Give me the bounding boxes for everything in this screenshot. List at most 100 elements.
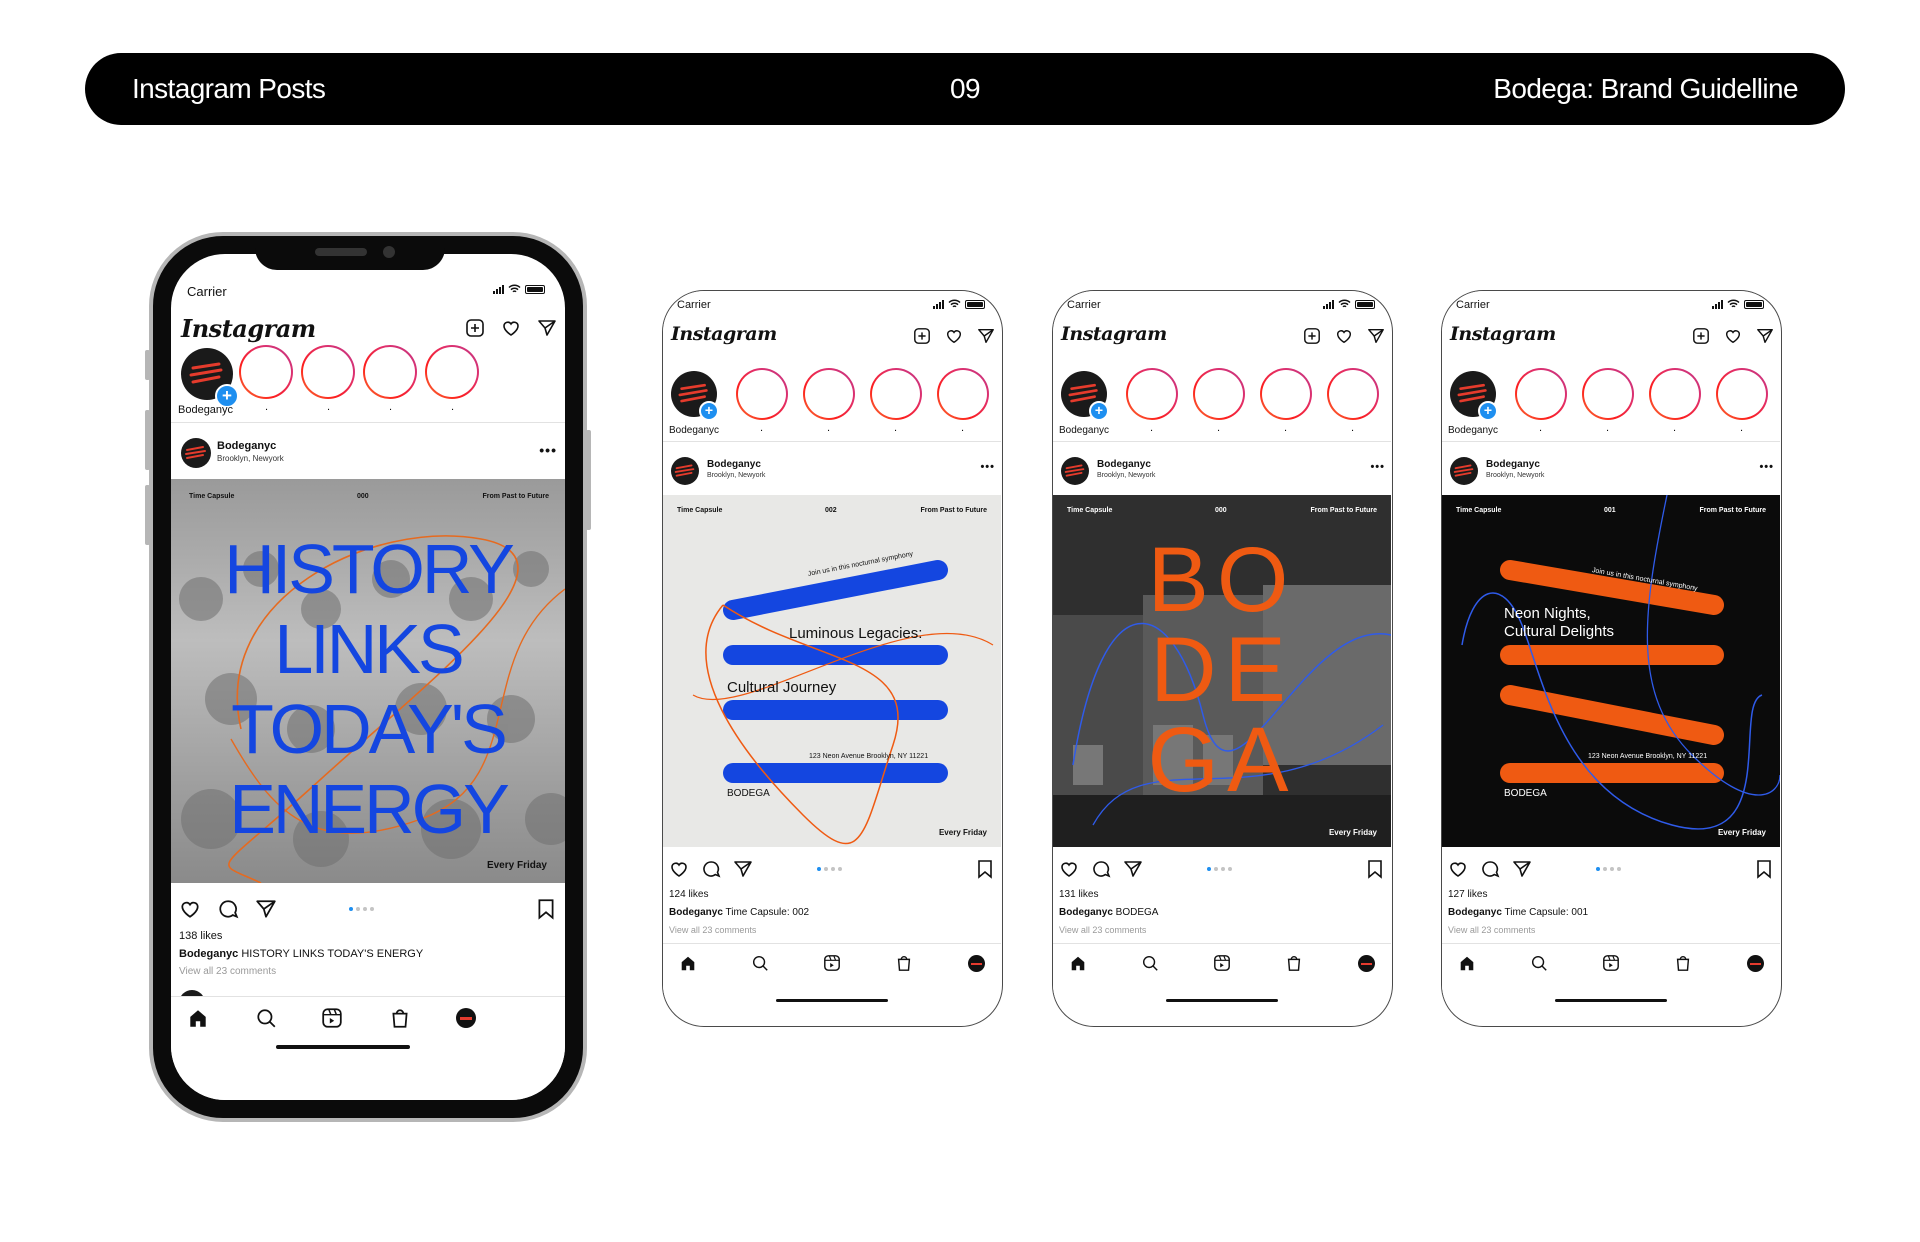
post-username[interactable]: Bodeganyc xyxy=(707,459,761,470)
profile-icon[interactable] xyxy=(1358,955,1375,972)
like-icon[interactable] xyxy=(179,898,201,920)
home-icon[interactable] xyxy=(1069,954,1087,972)
likes-count[interactable]: 131 likes xyxy=(1059,889,1098,900)
reels-icon[interactable] xyxy=(321,1007,343,1029)
share-icon[interactable] xyxy=(255,898,277,920)
story-item[interactable] xyxy=(239,345,293,399)
add-story-icon[interactable]: + xyxy=(1478,401,1498,421)
reels-icon[interactable] xyxy=(1602,954,1620,972)
post-avatar[interactable] xyxy=(671,457,699,485)
add-story-icon[interactable]: + xyxy=(1089,401,1109,421)
shop-icon[interactable] xyxy=(1674,954,1692,972)
search-icon[interactable] xyxy=(255,1007,277,1029)
story-item[interactable] xyxy=(1126,368,1178,420)
story-item[interactable] xyxy=(1260,368,1312,420)
story-item[interactable] xyxy=(803,368,855,420)
post-location[interactable]: Brooklyn, Newyork xyxy=(707,472,765,479)
share-icon[interactable] xyxy=(1512,859,1532,879)
search-icon[interactable] xyxy=(1530,954,1548,972)
view-comments-link[interactable]: View all 23 comments xyxy=(669,925,756,935)
post-image[interactable]: Time Capsule 002 From Past to Future Joi… xyxy=(663,495,1001,847)
phone-notch xyxy=(255,236,445,270)
new-post-icon[interactable] xyxy=(1692,327,1710,345)
post-location[interactable]: Brooklyn, Newyork xyxy=(1486,472,1544,479)
comment-icon[interactable] xyxy=(217,898,239,920)
heart-icon[interactable] xyxy=(945,327,963,345)
view-comments-link[interactable]: View all 23 comments xyxy=(1059,925,1146,935)
new-post-icon[interactable] xyxy=(1303,327,1321,345)
heart-icon[interactable] xyxy=(1724,327,1742,345)
comment-icon[interactable] xyxy=(701,859,721,879)
heart-icon[interactable] xyxy=(1335,327,1353,345)
shop-icon[interactable] xyxy=(895,954,913,972)
direct-message-icon[interactable] xyxy=(1756,327,1774,345)
post-avatar[interactable] xyxy=(1061,457,1089,485)
post-username[interactable]: Bodeganyc xyxy=(1486,459,1540,470)
comment-icon[interactable] xyxy=(1480,859,1500,879)
post-image[interactable]: Time Capsule 001 From Past to Future Joi… xyxy=(1442,495,1780,847)
story-item[interactable] xyxy=(937,368,989,420)
caption-username[interactable]: Bodeganyc xyxy=(669,907,723,918)
story-item[interactable] xyxy=(870,368,922,420)
post-username[interactable]: Bodeganyc xyxy=(1097,459,1151,470)
direct-message-icon[interactable] xyxy=(1367,327,1385,345)
bookmark-icon[interactable] xyxy=(1754,859,1774,879)
add-story-icon[interactable]: + xyxy=(699,401,719,421)
story-item[interactable] xyxy=(425,345,479,399)
story-item[interactable] xyxy=(1582,368,1634,420)
story-item[interactable] xyxy=(1716,368,1768,420)
new-post-icon[interactable] xyxy=(465,318,485,338)
profile-icon[interactable] xyxy=(968,955,985,972)
likes-count[interactable]: 127 likes xyxy=(1448,889,1487,900)
story-item[interactable] xyxy=(301,345,355,399)
caption-username[interactable]: Bodeganyc xyxy=(179,948,238,960)
more-options-icon[interactable]: ••• xyxy=(980,461,995,473)
profile-icon[interactable] xyxy=(456,1008,476,1028)
bookmark-icon[interactable] xyxy=(1365,859,1385,879)
likes-count[interactable]: 124 likes xyxy=(669,889,708,900)
reels-icon[interactable] xyxy=(823,954,841,972)
search-icon[interactable] xyxy=(751,954,769,972)
post-avatar[interactable] xyxy=(1450,457,1478,485)
view-comments-link[interactable]: View all 23 comments xyxy=(1448,925,1535,935)
view-comments-link[interactable]: View all 23 comments xyxy=(179,966,276,977)
story-item[interactable] xyxy=(1193,368,1245,420)
like-icon[interactable] xyxy=(669,859,689,879)
story-item[interactable] xyxy=(1649,368,1701,420)
heart-icon[interactable] xyxy=(501,318,521,338)
direct-message-icon[interactable] xyxy=(537,318,557,338)
story-item[interactable] xyxy=(736,368,788,420)
more-options-icon[interactable]: ••• xyxy=(539,442,557,458)
more-options-icon[interactable]: ••• xyxy=(1759,461,1774,473)
caption-username[interactable]: Bodeganyc xyxy=(1448,907,1502,918)
share-icon[interactable] xyxy=(1123,859,1143,879)
post-location[interactable]: Brooklyn, Newyork xyxy=(1097,472,1155,479)
story-item[interactable] xyxy=(363,345,417,399)
home-icon[interactable] xyxy=(1458,954,1476,972)
new-post-icon[interactable] xyxy=(913,327,931,345)
likes-count[interactable]: 138 likes xyxy=(179,930,222,942)
share-icon[interactable] xyxy=(733,859,753,879)
reels-icon[interactable] xyxy=(1213,954,1231,972)
search-icon[interactable] xyxy=(1141,954,1159,972)
home-icon[interactable] xyxy=(187,1007,209,1029)
comment-icon[interactable] xyxy=(1091,859,1111,879)
shop-icon[interactable] xyxy=(1285,954,1303,972)
like-icon[interactable] xyxy=(1059,859,1079,879)
like-icon[interactable] xyxy=(1448,859,1468,879)
caption-username[interactable]: Bodeganyc xyxy=(1059,907,1113,918)
bookmark-icon[interactable] xyxy=(975,859,995,879)
shop-icon[interactable] xyxy=(389,1007,411,1029)
post-location[interactable]: Brooklyn, Newyork xyxy=(217,454,284,463)
more-options-icon[interactable]: ••• xyxy=(1370,461,1385,473)
story-item[interactable] xyxy=(1515,368,1567,420)
post-avatar[interactable] xyxy=(181,438,211,468)
story-item[interactable] xyxy=(1327,368,1379,420)
bookmark-icon[interactable] xyxy=(535,898,557,920)
profile-icon[interactable] xyxy=(1747,955,1764,972)
home-icon[interactable] xyxy=(679,954,697,972)
post-username[interactable]: Bodeganyc xyxy=(217,440,276,452)
post-image[interactable]: Time Capsule 000 From Past to Future HIS… xyxy=(171,479,565,883)
direct-message-icon[interactable] xyxy=(977,327,995,345)
post-image[interactable]: Time Capsule 000 From Past to Future BO … xyxy=(1053,495,1391,847)
